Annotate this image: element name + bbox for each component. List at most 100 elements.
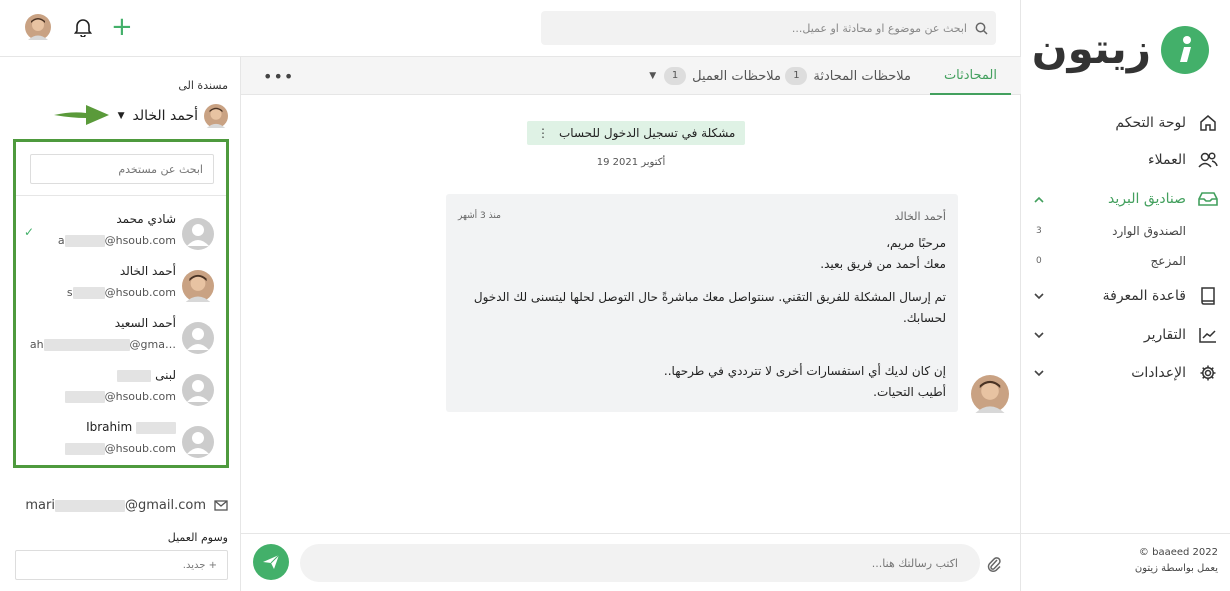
- sidebar-item-reports[interactable]: التقارير: [1030, 319, 1220, 351]
- message-line: تم إرسال المشكلة للفريق التقني. سنتواصل …: [473, 290, 946, 325]
- sidebar-item-label: لوحة التحكم: [1115, 115, 1186, 131]
- top-bar: + ابحث عن موضوع او محادثة او عميل...: [0, 0, 1020, 57]
- tab-conversations[interactable]: المحادثات: [929, 57, 1011, 95]
- message-line: مرحبًا مريم،: [886, 236, 946, 250]
- message-line: معك أحمد من فريق بعيد.: [820, 257, 946, 271]
- sidebar: زيتون لوحة التحكم العملاء صناديق البريد …: [1020, 0, 1230, 591]
- mailbox-item-spam[interactable]: المزعج 0: [1036, 249, 1186, 273]
- count-badge: 1: [664, 67, 687, 85]
- chart-icon: [1196, 325, 1220, 345]
- user-avatar-placeholder: [182, 426, 214, 458]
- caret-down-icon: ▼: [649, 71, 657, 81]
- user-email: @hsoub.com: [64, 442, 176, 455]
- details-panel: مسندة الى أحمد الخالد ▼ ✓ شادي محمد a@hs…: [0, 57, 240, 591]
- user-search-input[interactable]: [30, 154, 214, 184]
- message-author: أحمد الخالد: [894, 210, 946, 223]
- mailbox-count: 3: [1036, 226, 1042, 236]
- author-avatar: [971, 375, 1009, 413]
- mailbox-count: 0: [1036, 256, 1042, 266]
- assignee-avatar: [204, 104, 228, 128]
- sidebar-item-label: الإعدادات: [1131, 365, 1186, 381]
- chevron-down-icon: [1030, 328, 1044, 342]
- user-option[interactable]: أحمد السعيد ah @gma…: [16, 312, 226, 364]
- new-tag-input[interactable]: + جديد.: [15, 550, 228, 580]
- conversation-subject: مشكلة في تسجيل الدخول للحساب ⋮: [527, 121, 746, 145]
- sidebar-item-customers[interactable]: العملاء: [1030, 144, 1220, 176]
- user-avatar-placeholder: [182, 322, 214, 354]
- user-avatar[interactable]: [25, 14, 51, 40]
- user-option[interactable]: ✓ شادي محمد a @hsoub.com: [16, 208, 226, 260]
- assigned-to-label: مسندة الى: [178, 79, 228, 92]
- message-bubble: أحمد الخالد منذ 3 أشهر مرحبًا مريم، معك …: [446, 194, 958, 412]
- user-option[interactable]: لبنى @hsoub.com: [16, 364, 226, 416]
- message-header: أحمد الخالد منذ 3 أشهر: [458, 206, 946, 227]
- user-email: ah @gma…: [29, 338, 176, 351]
- divider: [241, 533, 1021, 534]
- search-placeholder: ابحث عن موضوع او محادثة او عميل...: [791, 21, 967, 35]
- user-avatar: [182, 270, 214, 302]
- tag-placeholder: + جديد.: [182, 559, 217, 571]
- logo-badge-icon: [1161, 26, 1209, 74]
- kebab-menu-icon[interactable]: ⋮: [537, 126, 549, 140]
- user-avatar-placeholder: [182, 374, 214, 406]
- arrow-annotation-icon: [52, 101, 110, 129]
- bell-icon[interactable]: [74, 17, 92, 37]
- assignee-name: أحمد الخالد: [132, 108, 198, 124]
- book-icon: [1196, 286, 1220, 306]
- mailbox-label: المزعج: [1150, 254, 1186, 268]
- chevron-up-icon: [1030, 192, 1044, 206]
- user-name: شادي محمد: [116, 212, 176, 226]
- sidebar-item-label: قاعدة المعرفة: [1102, 288, 1186, 304]
- client-tags-label: وسوم العميل: [167, 531, 228, 544]
- powered-by-text: يعمل بواسطة زيتون: [1134, 563, 1218, 574]
- sidebar-item-mailboxes[interactable]: صناديق البريد: [1030, 183, 1220, 215]
- new-conversation-button[interactable]: +: [111, 14, 133, 40]
- message-placeholder: اكتب رسالتك هنا...: [871, 556, 958, 570]
- tab-label: ملاحظات العميل: [692, 68, 781, 84]
- tab-label: المحادثات: [943, 67, 997, 83]
- tab-conversation-notes[interactable]: ملاحظات المحادثة 1: [785, 57, 911, 95]
- user-option[interactable]: Ibrahim @hsoub.com: [16, 416, 226, 468]
- message-line: إن كان لديك أي استفسارات أخرى لا تترددي …: [663, 364, 946, 378]
- more-options-button[interactable]: •••: [263, 67, 294, 86]
- user-option[interactable]: أحمد الخالد s @hsoub.com: [16, 260, 226, 312]
- home-icon: [1196, 113, 1220, 133]
- tab-label: ملاحظات المحادثة: [813, 68, 911, 84]
- count-badge: 1: [785, 67, 808, 85]
- users-icon: [1196, 150, 1220, 170]
- send-button[interactable]: [253, 544, 289, 580]
- check-icon: ✓: [24, 225, 35, 239]
- chevron-down-icon: [1030, 366, 1044, 380]
- user-email: a @hsoub.com: [57, 234, 176, 247]
- message-time: منذ 3 أشهر: [458, 211, 501, 221]
- search-icon: [975, 22, 988, 35]
- tab-client-notes[interactable]: ملاحظات العميل 1 ▼: [649, 57, 781, 95]
- mailbox-item-inbox[interactable]: الصندوق الوارد 3: [1036, 219, 1186, 243]
- brand-logo[interactable]: زيتون: [1032, 22, 1209, 82]
- user-name: أحمد الخالد: [119, 264, 176, 278]
- chevron-down-icon: [1030, 289, 1044, 303]
- copyright: baaeed 2022 © يعمل بواسطة زيتون: [1038, 545, 1218, 577]
- client-email: mari @gmail.com: [25, 498, 228, 513]
- tab-bar: المحادثات ملاحظات المحادثة 1 ملاحظات الع…: [241, 57, 1021, 95]
- date-separator: 19 أكتوبر 2021: [596, 157, 666, 168]
- sidebar-item-label: التقارير: [1143, 327, 1186, 343]
- user-name: لبنى: [117, 368, 176, 382]
- paperclip-icon[interactable]: [987, 555, 1001, 573]
- user-name: Ibrahim: [86, 420, 176, 434]
- user-name: أحمد السعيد: [114, 316, 176, 330]
- caret-down-icon: ▼: [117, 111, 125, 121]
- send-icon: [263, 554, 280, 569]
- sidebar-item-knowledge-base[interactable]: قاعدة المعرفة: [1030, 280, 1220, 312]
- subject-text: مشكلة في تسجيل الدخول للحساب: [559, 126, 736, 140]
- sidebar-item-settings[interactable]: الإعدادات: [1030, 357, 1220, 389]
- assignee-select[interactable]: أحمد الخالد ▼: [118, 104, 228, 128]
- message-input[interactable]: اكتب رسالتك هنا...: [300, 544, 980, 582]
- user-email: @hsoub.com: [64, 390, 176, 403]
- mail-icon: [214, 500, 228, 511]
- conversation-panel: المحادثات ملاحظات المحادثة 1 ملاحظات الع…: [240, 57, 1021, 591]
- client-email-text: mari @gmail.com: [25, 498, 206, 513]
- sidebar-item-label: العملاء: [1148, 152, 1186, 168]
- sidebar-item-dashboard[interactable]: لوحة التحكم: [1030, 107, 1220, 139]
- global-search-input[interactable]: ابحث عن موضوع او محادثة او عميل...: [541, 11, 996, 45]
